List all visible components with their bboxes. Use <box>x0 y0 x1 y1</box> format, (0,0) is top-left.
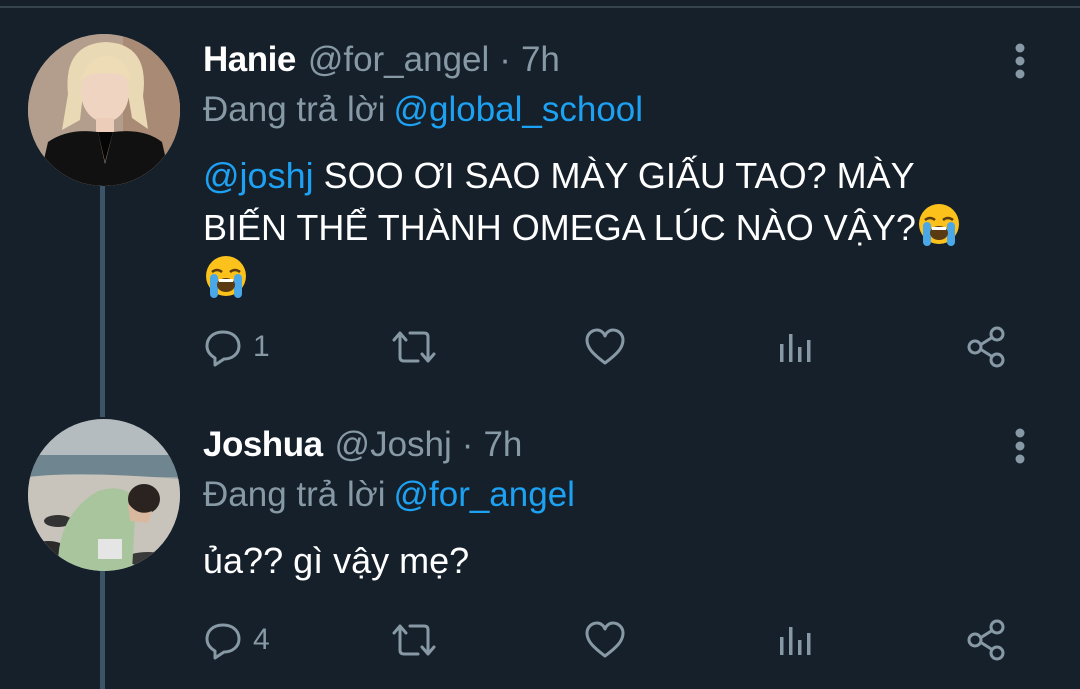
tweet-text-content: ủa?? gì vậy mẹ? <box>203 540 470 581</box>
reply-bubble-icon <box>205 330 241 367</box>
separator-dot: · <box>461 425 474 464</box>
mention-link[interactable]: @joshj <box>203 155 314 196</box>
tweet-header: Hanie @for_angel · 7h <box>203 40 560 84</box>
analytics-icon <box>780 627 811 655</box>
analytics-icon <box>780 334 811 362</box>
analytics-button[interactable] <box>775 615 815 665</box>
tweet-thread-screen: Hanie @for_angel · 7h Đang trả lời @globa… <box>0 0 1080 689</box>
retweet-button[interactable] <box>388 322 440 372</box>
author-name[interactable]: Joshua <box>203 425 323 465</box>
loudly-crying-face-icon <box>206 256 246 298</box>
replying-to: Đang trả lời @global_school <box>203 90 643 130</box>
replying-to: Đang trả lời @for_angel <box>203 475 575 515</box>
top-divider <box>0 6 1080 8</box>
author-handle[interactable]: @for_angel <box>308 40 489 80</box>
author-name[interactable]: Hanie <box>203 40 296 80</box>
tweet-actions: 1 <box>0 322 1080 372</box>
timestamp[interactable]: 7h <box>483 425 522 465</box>
avatar-hanie-image <box>28 34 180 186</box>
share-icon <box>967 326 1005 368</box>
analytics-button[interactable] <box>775 322 815 372</box>
replying-prefix: Đang trả lời <box>203 90 386 129</box>
share-button[interactable] <box>965 322 1007 372</box>
loudly-crying-face-icon <box>918 204 959 246</box>
heart-icon <box>585 621 625 658</box>
tweet-text: @joshj SOO ƠI SAO MÀY GIẤU TAO? MÀY BIẾN… <box>203 150 1023 306</box>
retweet-button[interactable] <box>388 615 440 665</box>
more-options-icon[interactable] <box>1010 42 1030 82</box>
separator-dot: · <box>499 40 511 79</box>
tweet-actions: 4 <box>0 615 1080 665</box>
avatar[interactable] <box>28 34 180 186</box>
tweet-header: Joshua @Joshj · 7h <box>203 425 522 469</box>
reply-button[interactable]: 4 <box>203 615 270 665</box>
heart-icon <box>585 328 625 365</box>
like-button[interactable] <box>583 615 627 665</box>
tweet-text-line2: BIẾN THỂ THÀNH OMEGA LÚC NÀO VẬY? <box>203 207 916 248</box>
replying-to-mention[interactable]: @global_school <box>393 90 643 129</box>
share-icon <box>967 619 1005 661</box>
retweet-icon <box>392 331 436 363</box>
tweet-text-line1: SOO ƠI SAO MÀY GIẤU TAO? MÀY <box>313 155 915 196</box>
reply-count: 4 <box>253 623 270 656</box>
tweet-text: ủa?? gì vậy mẹ? <box>203 535 1023 587</box>
share-button[interactable] <box>965 615 1007 665</box>
avatar-joshua-image <box>28 419 180 571</box>
like-button[interactable] <box>583 322 627 372</box>
reply-count: 1 <box>253 330 270 363</box>
avatar[interactable] <box>28 419 180 571</box>
more-options-icon[interactable] <box>1010 427 1030 467</box>
replying-prefix: Đang trả lời <box>203 475 386 514</box>
thread-connector-line <box>100 185 105 417</box>
timestamp[interactable]: 7h <box>521 40 560 80</box>
author-handle[interactable]: @Joshj <box>335 425 452 465</box>
replying-to-mention[interactable]: @for_angel <box>393 475 574 514</box>
retweet-icon <box>392 624 436 656</box>
reply-button[interactable]: 1 <box>203 322 270 372</box>
reply-bubble-icon <box>205 623 241 660</box>
